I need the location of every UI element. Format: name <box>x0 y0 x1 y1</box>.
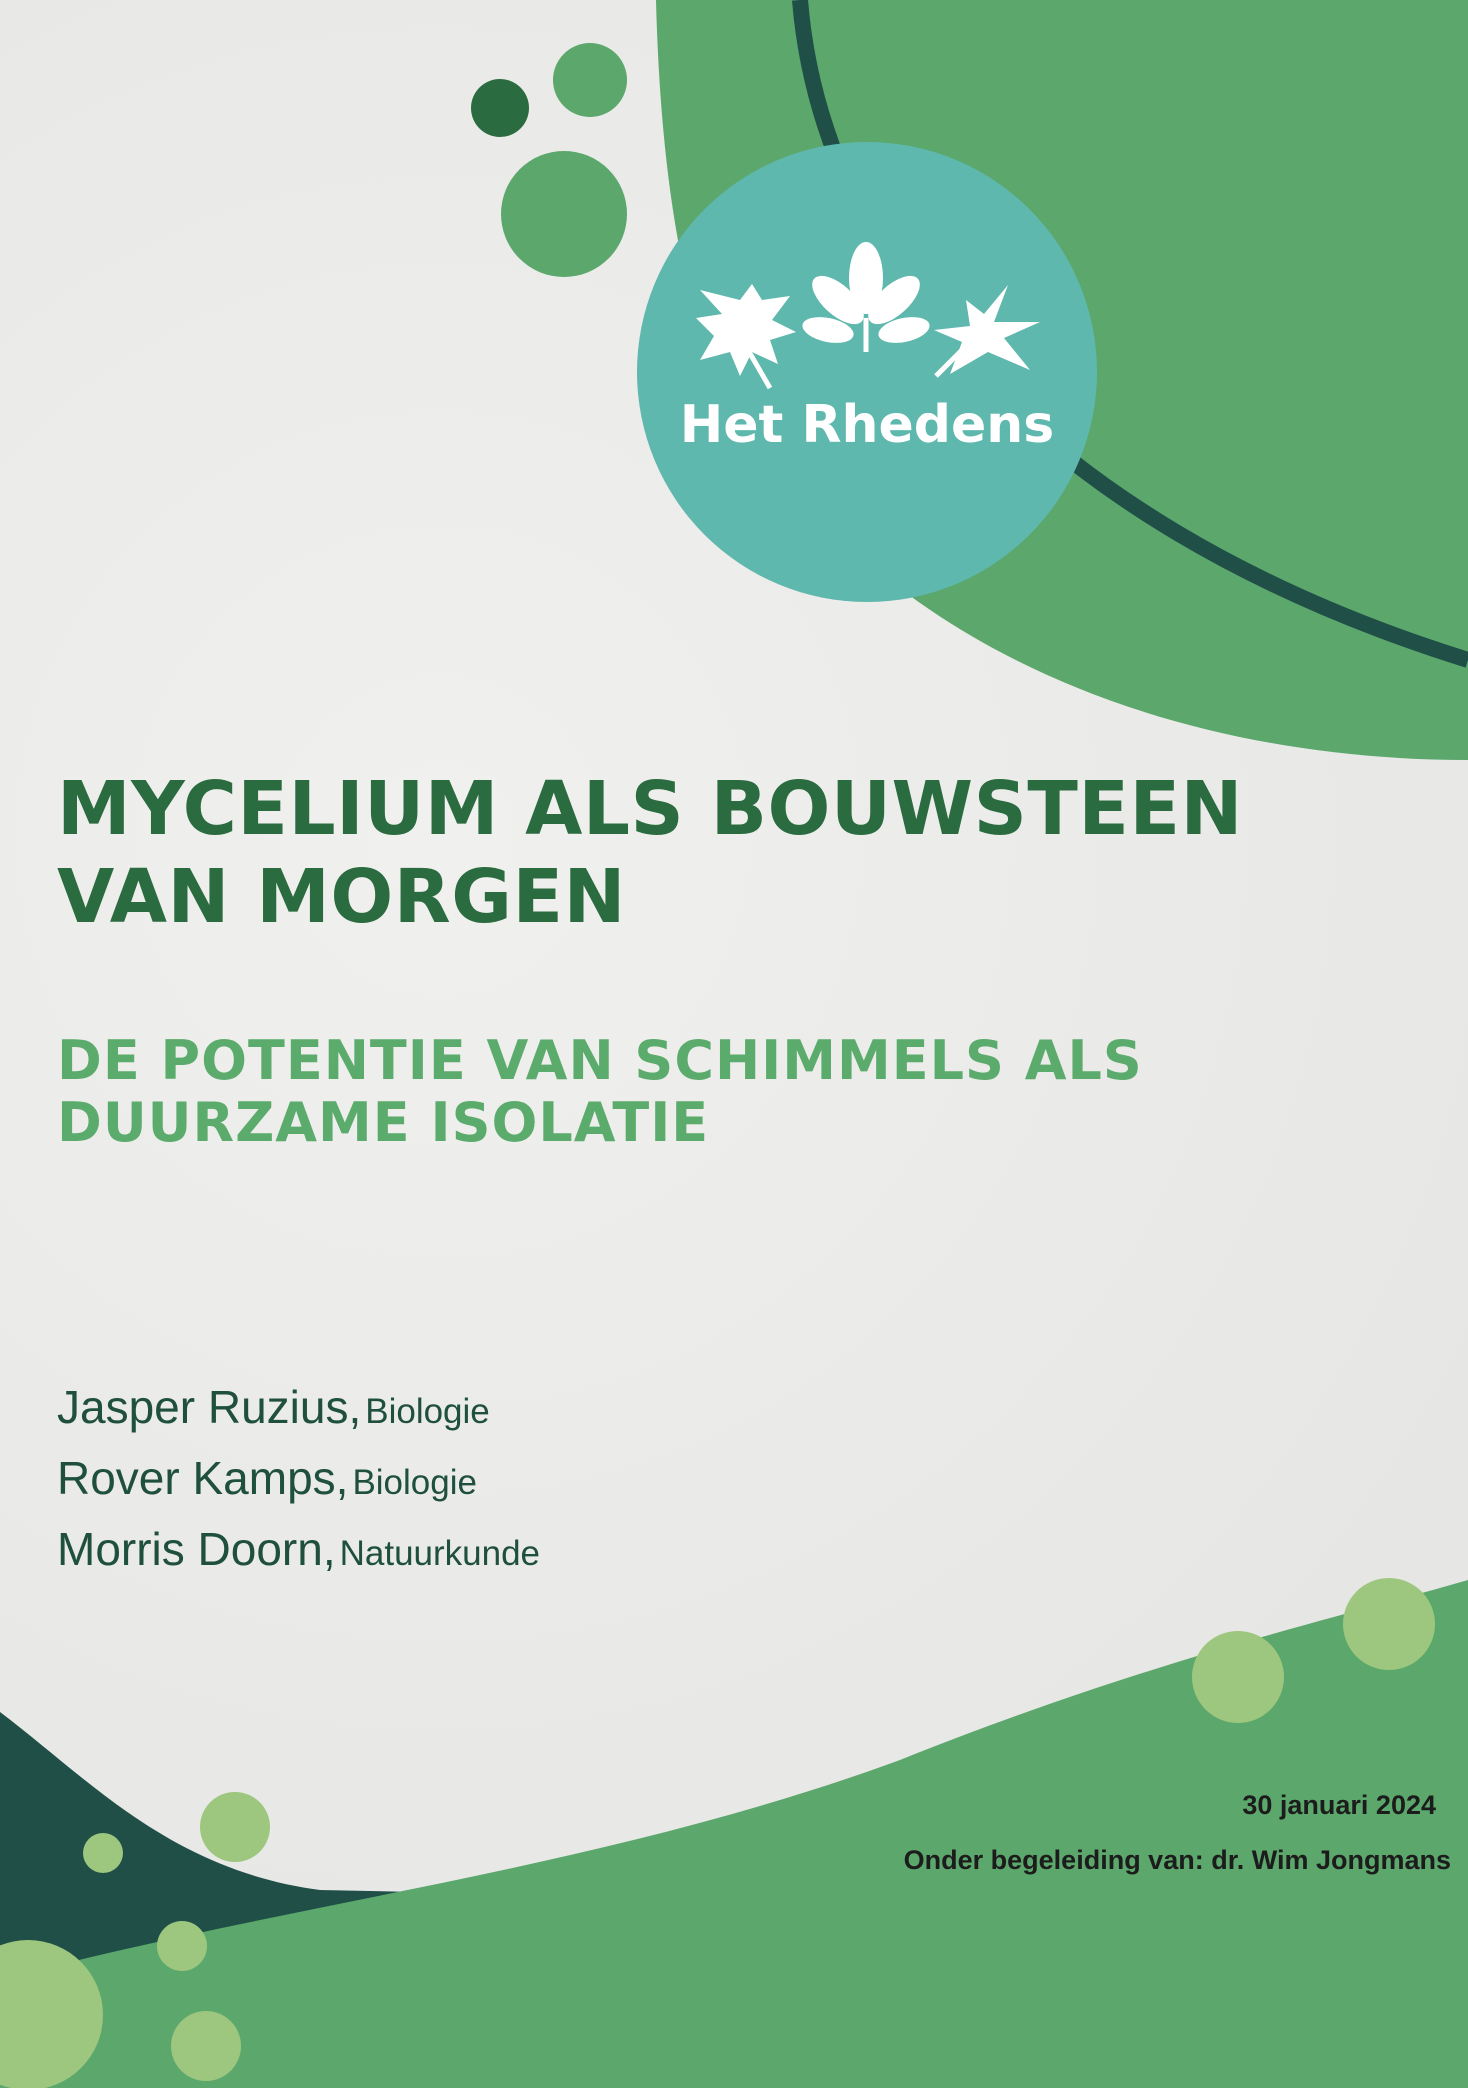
author-name: Morris Doorn, <box>57 1523 336 1575</box>
author-field: Biologie <box>365 1392 490 1431</box>
logo-wordmark: Het Rhedens <box>680 395 1055 455</box>
bubble-large <box>501 151 627 277</box>
document-title: MYCELIUM ALS BOUWSTEEN VAN MORGEN <box>57 766 1243 940</box>
bubble-dark <box>471 79 529 137</box>
author-field: Natuurkunde <box>339 1534 541 1573</box>
author-name: Rover Kamps, <box>57 1452 349 1504</box>
author-field: Biologie <box>352 1463 477 1502</box>
cover-page: Het Rhedens MYCELIUM ALS BOUWSTEEN VAN M… <box>0 0 1468 2088</box>
bubble-medium <box>553 43 627 117</box>
author-list: Jasper Ruzius, Biologie Rover Kamps, Bio… <box>57 1372 540 1585</box>
author-item: Jasper Ruzius, Biologie <box>57 1372 540 1443</box>
author-item: Morris Doorn, Natuurkunde <box>57 1514 540 1585</box>
het-rhedens-logo: Het Rhedens <box>637 142 1097 602</box>
author-item: Rover Kamps, Biologie <box>57 1443 540 1514</box>
document-subtitle: DE POTENTIE VAN SCHIMMELS ALS DUURZAME I… <box>57 1029 1143 1154</box>
bottom-decoration <box>0 1578 1468 2088</box>
document-date: 30 januari 2024 <box>1242 1790 1436 1820</box>
supervisor-line: Onder begeleiding van: dr. Wim Jongmans <box>903 1845 1451 1875</box>
author-name: Jasper Ruzius, <box>57 1381 362 1433</box>
logo-circle <box>637 142 1097 602</box>
